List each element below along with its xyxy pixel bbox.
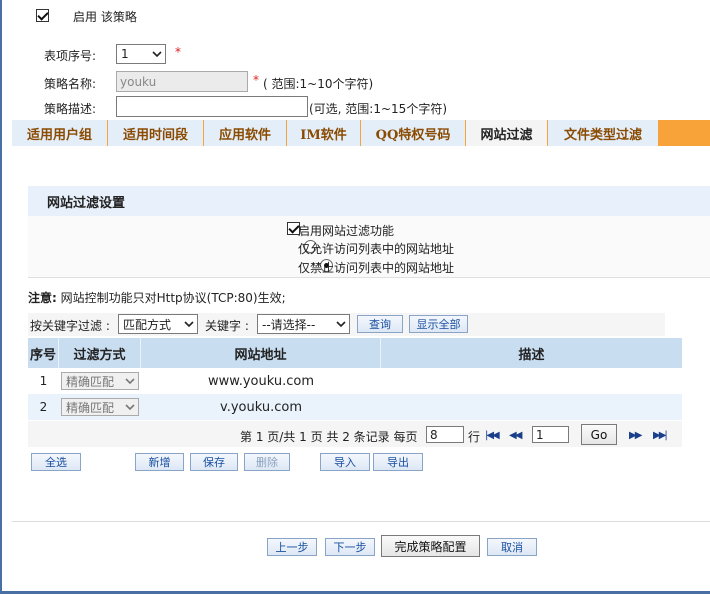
index-label: 表项序号: (44, 49, 97, 63)
table-header: 序号 过滤方式 网站地址 描述 (28, 338, 682, 368)
pager-summary: 第 1 页/共 1 页 共 2 条记录 每页 (240, 430, 418, 444)
required-mark: * (253, 73, 259, 87)
row-mode-value: 精确匹配 (66, 374, 115, 389)
required-mark: * (175, 45, 181, 59)
chevron-down-icon (149, 45, 165, 63)
match-mode-value: 匹配方式 (123, 317, 172, 332)
keyword-select[interactable]: --请选择-- (257, 314, 350, 334)
chevron-down-icon (181, 315, 197, 333)
first-page-icon[interactable]: |◀◀ (485, 430, 500, 441)
name-label: 策略名称: (44, 77, 97, 91)
row-mode-value: 精确匹配 (66, 400, 115, 415)
last-page-icon[interactable]: ▶▶| (653, 430, 668, 441)
row-url: www.youku.com (208, 373, 314, 389)
table-row[interactable]: 2 精确匹配 v.youku.com (28, 394, 682, 420)
tab-filetype-filter[interactable]: 文件类型过滤 (548, 120, 659, 146)
tab-bar: 适用用户组 适用时间段 应用软件 IM软件 QQ特权号码 网站过滤 文件类型过滤 (12, 120, 710, 146)
section-title: 网站过滤设置 (28, 186, 710, 216)
prev-step-button[interactable]: 上一步 (267, 538, 317, 556)
row-index: 2 (39, 400, 48, 414)
select-all-button[interactable]: 全选 (31, 453, 81, 471)
cancel-button[interactable]: 取消 (487, 538, 537, 556)
delete-button[interactable]: 删除 (244, 453, 290, 471)
index-select-value: 1 (121, 47, 129, 61)
query-button[interactable]: 查询 (357, 315, 403, 333)
note-prefix: 注意: (28, 291, 57, 305)
chevron-down-icon (333, 315, 349, 333)
filter-label: 按关键字过滤 : (30, 319, 110, 333)
note-text: 注意: 网站控制功能只对Http协议(TCP:80)生效; (28, 289, 286, 306)
show-all-button[interactable]: 显示全部 (409, 315, 468, 333)
col-index: 序号 (28, 338, 59, 368)
policy-name-input[interactable]: youku (116, 71, 248, 92)
desc-hint: (可选, 范围:1~15个字符) (309, 102, 447, 116)
enable-policy-label: 启用 该策略 (73, 10, 137, 24)
tab-qq-privilege[interactable]: QQ特权号码 (361, 120, 466, 146)
page-number-input[interactable]: 1 (532, 426, 569, 443)
keyword-label: 关键字 : (205, 319, 249, 333)
row-index: 1 (39, 374, 48, 388)
per-page-input[interactable]: 8 (426, 426, 464, 443)
row-mode-select[interactable]: 精确匹配 (61, 372, 139, 390)
tab-im[interactable]: IM软件 (287, 120, 361, 146)
tab-website-filter[interactable]: 网站过滤 (466, 120, 548, 146)
row-url: v.youku.com (220, 399, 302, 415)
save-button[interactable]: 保存 (190, 453, 238, 471)
rows-unit: 行 (468, 430, 481, 444)
chevron-down-icon (122, 372, 138, 390)
go-button[interactable]: Go (581, 424, 617, 445)
tab-time-range[interactable]: 适用时间段 (108, 120, 204, 146)
table-row[interactable]: 1 精确匹配 www.youku.com (28, 368, 682, 394)
enable-filter-label: 启用网站过滤功能 (298, 224, 395, 238)
policy-desc-input[interactable] (116, 96, 308, 117)
content-divider (12, 521, 710, 522)
desc-label: 策略描述: (44, 102, 97, 116)
deny-only-label: 仅禁止访问列表中的网站地址 (298, 261, 455, 275)
next-page-icon[interactable]: ▶▶ (629, 430, 642, 441)
match-mode-select[interactable]: 匹配方式 (118, 314, 198, 334)
finish-config-button[interactable]: 完成策略配置 (381, 535, 480, 557)
row-desc (381, 368, 682, 394)
add-button[interactable]: 新增 (135, 453, 184, 471)
export-button[interactable]: 导出 (373, 453, 423, 471)
tab-apps[interactable]: 应用软件 (204, 120, 287, 146)
window-frame-left (0, 0, 2, 594)
row-mode-select[interactable]: 精确匹配 (61, 398, 139, 416)
note-body: 网站控制功能只对Http协议(TCP:80)生效; (56, 291, 286, 305)
enable-policy-checkbox[interactable] (36, 9, 49, 22)
keyword-value: --请选择-- (262, 317, 316, 332)
row-desc (381, 394, 682, 420)
col-desc: 描述 (518, 347, 545, 363)
tab-user-group[interactable]: 适用用户组 (12, 120, 108, 146)
col-url: 网站地址 (141, 338, 381, 368)
index-select[interactable]: 1 (116, 44, 166, 64)
name-hint: ( 范围:1~10个字符) (263, 77, 374, 91)
prev-page-icon[interactable]: ◀◀ (509, 430, 522, 441)
chevron-down-icon (122, 398, 138, 416)
import-button[interactable]: 导入 (320, 453, 370, 471)
allow-only-label: 仅允许访问列表中的网站地址 (298, 242, 455, 256)
next-step-button[interactable]: 下一步 (325, 538, 375, 556)
col-mode: 过滤方式 (59, 338, 141, 368)
